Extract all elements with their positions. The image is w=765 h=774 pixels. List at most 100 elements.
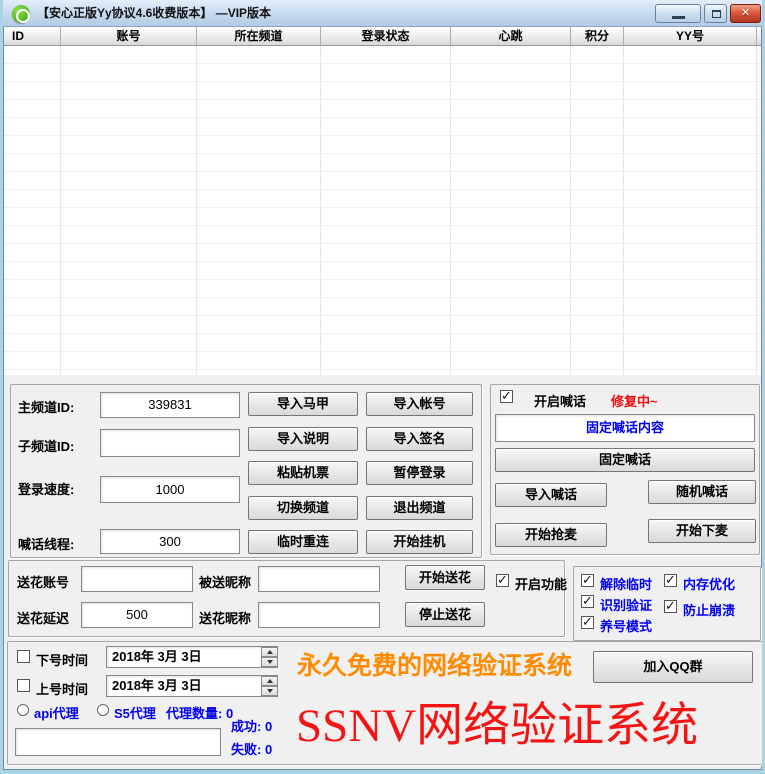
column-divider	[61, 46, 197, 375]
logout-time-label: 下号时间	[36, 650, 88, 669]
spin-down-button[interactable]	[261, 686, 278, 696]
minimize-icon	[672, 16, 685, 19]
column-header-yy-number[interactable]: YY号	[624, 27, 757, 46]
drop-mic-button[interactable]: 开始下麦	[648, 519, 756, 543]
fail-count-value: 0	[265, 742, 272, 757]
pause-login-button[interactable]: 暂停登录	[366, 461, 473, 485]
grab-mic-button[interactable]: 开始抢麦	[495, 523, 607, 547]
logout-time-checkbox[interactable]	[17, 650, 30, 663]
column-divider	[451, 46, 571, 375]
fail-count-label: 失败: 0	[231, 739, 272, 758]
shout-status-text: 修复中~	[611, 391, 658, 410]
remove-temp-checkbox[interactable]	[581, 574, 594, 587]
proxy-list-input[interactable]	[15, 728, 221, 756]
remove-temp-label: 解除临时	[600, 574, 652, 593]
temp-reconnect-button[interactable]: 临时重连	[248, 530, 358, 554]
login-time-checkbox[interactable]	[17, 679, 30, 692]
column-header-account[interactable]: 账号	[61, 27, 197, 46]
account-table-body[interactable]	[4, 46, 761, 375]
column-divider	[757, 46, 761, 375]
captcha-recognize-label: 识别验证	[600, 595, 652, 614]
account-table-header: ID 账号 所在频道 登录状态 心跳 积分 YY号	[4, 27, 761, 46]
login-speed-input[interactable]: 1000	[100, 476, 240, 503]
memory-optimize-label: 内存优化	[683, 574, 735, 593]
s5-proxy-label: S5代理	[114, 703, 156, 722]
spin-down-button[interactable]	[261, 657, 278, 667]
api-proxy-label: api代理	[34, 703, 79, 722]
maximize-button[interactable]	[704, 4, 727, 23]
column-divider	[4, 46, 61, 375]
success-count-value: 0	[265, 719, 272, 734]
shout-thread-label: 喊话线程:	[18, 534, 74, 553]
import-vest-button[interactable]: 导入马甲	[248, 392, 358, 416]
window-title: 【安心正版Yy协议4.6收费版本】 —VIP版本	[37, 0, 271, 27]
import-description-button[interactable]: 导入说明	[248, 427, 358, 451]
start-afk-button[interactable]: 开始挂机	[366, 530, 473, 554]
sub-channel-input[interactable]	[100, 429, 240, 457]
flower-delay-label: 送花延迟	[17, 608, 69, 627]
column-header-channel[interactable]: 所在频道	[197, 27, 321, 46]
recipient-nick-input[interactable]	[258, 566, 380, 592]
login-speed-label: 登录速度:	[18, 479, 74, 498]
maximize-icon	[712, 10, 721, 18]
column-divider	[571, 46, 624, 375]
main-channel-input[interactable]: 339831	[100, 392, 240, 418]
nurture-mode-label: 养号模式	[600, 616, 652, 635]
exit-channel-button[interactable]: 退出频道	[366, 496, 473, 520]
nurture-mode-checkbox[interactable]	[581, 616, 594, 629]
column-header-login-status[interactable]: 登录状态	[321, 27, 451, 46]
flower-nick-label: 送花昵称	[199, 608, 251, 627]
title-bar: 【安心正版Yy协议4.6收费版本】 —VIP版本 ✕	[3, 0, 762, 27]
promo-orange-text: 永久免费的网络验证系统	[297, 646, 572, 682]
fixed-shout-content-input[interactable]: 固定喊话内容	[495, 414, 755, 442]
column-divider	[624, 46, 757, 375]
spin-up-button[interactable]	[261, 676, 278, 686]
enable-shout-checkbox[interactable]	[500, 390, 513, 403]
start-flower-button[interactable]: 开始送花	[405, 565, 485, 590]
stop-flower-button[interactable]: 停止送花	[405, 602, 485, 627]
flower-nick-input[interactable]	[258, 602, 380, 628]
crash-prevent-label: 防止崩溃	[683, 600, 735, 619]
flower-account-input[interactable]	[81, 566, 193, 592]
login-time-spinner	[261, 676, 278, 696]
column-divider	[197, 46, 321, 375]
captcha-recognize-checkbox[interactable]	[581, 595, 594, 608]
main-channel-label: 主频道ID:	[18, 397, 74, 416]
promo-red-text: SSNV网络验证系统	[296, 686, 698, 755]
shout-thread-input[interactable]: 300	[100, 529, 240, 554]
import-signature-button[interactable]: 导入签名	[366, 427, 473, 451]
random-shout-button[interactable]: 随机喊话	[648, 480, 756, 504]
import-shout-button[interactable]: 导入喊话	[495, 483, 607, 507]
column-header-points[interactable]: 积分	[571, 27, 624, 46]
column-header-heartbeat[interactable]: 心跳	[451, 27, 571, 46]
proxy-count-label: 代理数量: 0	[166, 703, 233, 722]
close-button[interactable]: ✕	[730, 4, 761, 23]
close-icon: ✕	[731, 5, 760, 22]
api-proxy-radio[interactable]	[17, 704, 29, 716]
spin-up-button[interactable]	[261, 647, 278, 657]
paste-ticket-button[interactable]: 粘贴机票	[248, 461, 358, 485]
import-account-button[interactable]: 导入帐号	[366, 392, 473, 416]
flower-account-label: 送花账号	[17, 572, 69, 591]
app-icon	[12, 5, 30, 23]
column-header-filler	[757, 27, 761, 46]
minimize-button[interactable]	[655, 4, 701, 23]
column-header-id[interactable]: ID	[4, 27, 61, 46]
memory-optimize-checkbox[interactable]	[664, 574, 677, 587]
fixed-shout-button[interactable]: 固定喊话	[495, 448, 755, 472]
crash-prevent-checkbox[interactable]	[664, 600, 677, 613]
join-qq-group-button[interactable]: 加入QQ群	[593, 651, 753, 683]
recipient-nick-label: 被送昵称	[199, 572, 251, 591]
logout-time-spinner	[261, 647, 278, 667]
enable-function-checkbox[interactable]	[496, 574, 509, 587]
sub-channel-label: 子频道ID:	[18, 436, 74, 455]
success-count-label: 成功: 0	[231, 716, 272, 735]
column-divider	[321, 46, 451, 375]
login-time-input[interactable]: 2018年 3月 3日	[106, 675, 278, 697]
s5-proxy-radio[interactable]	[97, 704, 109, 716]
switch-channel-button[interactable]: 切换频道	[248, 496, 358, 520]
logout-time-input[interactable]: 2018年 3月 3日	[106, 646, 278, 668]
enable-shout-label: 开启喊话	[534, 391, 586, 410]
flower-delay-input[interactable]: 500	[81, 602, 193, 628]
enable-function-label: 开启功能	[515, 574, 567, 593]
